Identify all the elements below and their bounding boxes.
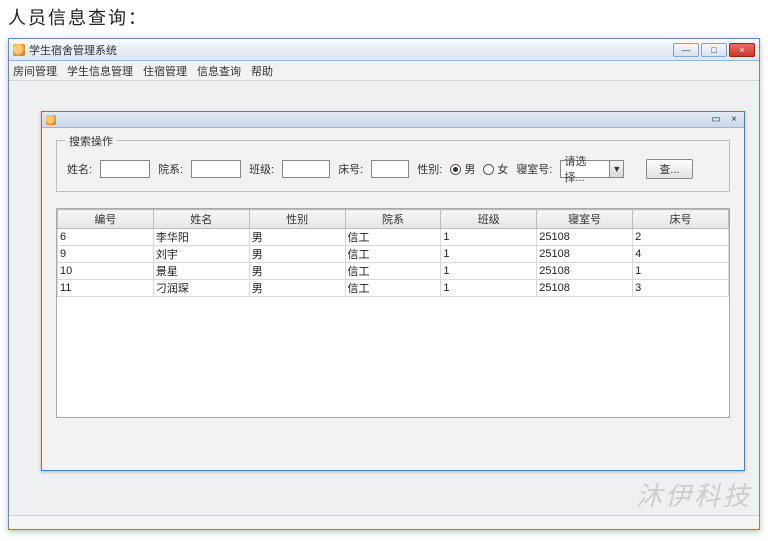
- window-title: 学生宿舍管理系统: [29, 42, 669, 58]
- client-area: ▭ × 搜索操作 姓名: 院系: 班级: 床号: 性别:: [9, 81, 759, 515]
- search-filters: 姓名: 院系: 班级: 床号: 性别: 男: [67, 159, 719, 179]
- minimize-button[interactable]: —: [673, 43, 699, 57]
- results-table-container: 编号 姓名 性别 院系 班级 寝室号 床号 6李华阳男信工12510829刘宇男…: [56, 208, 730, 418]
- cell-class: 1: [441, 229, 537, 246]
- menu-dorm[interactable]: 住宿管理: [143, 63, 187, 79]
- cell-gender: 男: [249, 229, 345, 246]
- gender-male-option[interactable]: 男: [450, 161, 475, 177]
- col-bed[interactable]: 床号: [633, 210, 729, 229]
- cell-id: 10: [58, 263, 154, 280]
- cell-dorm: 25108: [537, 263, 633, 280]
- name-label: 姓名:: [67, 161, 92, 177]
- cell-gender: 男: [249, 263, 345, 280]
- col-dept[interactable]: 院系: [345, 210, 441, 229]
- table-row[interactable]: 9刘宇男信工1251084: [58, 246, 729, 263]
- window-buttons: — □ ×: [673, 43, 755, 57]
- cell-bed: 1: [633, 263, 729, 280]
- cell-name: 刁润琛: [153, 280, 249, 297]
- cell-name: 李华阳: [153, 229, 249, 246]
- cell-id: 9: [58, 246, 154, 263]
- bed-input[interactable]: [371, 160, 409, 178]
- app-window: 学生宿舍管理系统 — □ × 房间管理 学生信息管理 住宿管理 信息查询 帮助 …: [8, 38, 760, 530]
- dorm-combo-text: 请选择...: [561, 153, 609, 185]
- cell-dept: 信工: [345, 280, 441, 297]
- iconify-button[interactable]: ▭: [710, 114, 722, 125]
- java-cup-icon: [13, 44, 25, 56]
- menu-query[interactable]: 信息查询: [197, 63, 241, 79]
- col-id[interactable]: 编号: [58, 210, 154, 229]
- gender-male-label: 男: [464, 161, 475, 177]
- class-input[interactable]: [282, 160, 330, 178]
- cell-class: 1: [441, 280, 537, 297]
- cell-class: 1: [441, 246, 537, 263]
- col-class[interactable]: 班级: [441, 210, 537, 229]
- results-table: 编号 姓名 性别 院系 班级 寝室号 床号 6李华阳男信工12510829刘宇男…: [57, 209, 729, 297]
- dorm-label: 寝室号:: [516, 161, 552, 177]
- cell-name: 刘宇: [153, 246, 249, 263]
- name-input[interactable]: [100, 160, 150, 178]
- menu-help[interactable]: 帮助: [251, 63, 273, 79]
- cell-class: 1: [441, 263, 537, 280]
- internal-frame-titlebar: ▭ ×: [42, 112, 744, 128]
- class-label: 班级:: [249, 161, 274, 177]
- search-groupbox: 搜索操作 姓名: 院系: 班级: 床号: 性别: 男: [56, 140, 730, 192]
- page-heading: 人员信息查询：: [0, 0, 768, 36]
- radio-icon: [483, 164, 494, 175]
- cell-dept: 信工: [345, 229, 441, 246]
- internal-close-button[interactable]: ×: [728, 114, 740, 125]
- dept-input[interactable]: [191, 160, 241, 178]
- gender-label: 性别:: [417, 161, 442, 177]
- radio-icon: [450, 164, 461, 175]
- maximize-button[interactable]: □: [701, 43, 727, 57]
- menu-room[interactable]: 房间管理: [13, 63, 57, 79]
- cell-bed: 2: [633, 229, 729, 246]
- cell-gender: 男: [249, 280, 345, 297]
- table-row[interactable]: 10景星男信工1251081: [58, 263, 729, 280]
- titlebar: 学生宿舍管理系统 — □ ×: [9, 39, 759, 61]
- col-name[interactable]: 姓名: [153, 210, 249, 229]
- internal-frame-body: 搜索操作 姓名: 院系: 班级: 床号: 性别: 男: [42, 128, 744, 470]
- cell-id: 6: [58, 229, 154, 246]
- cell-dorm: 25108: [537, 280, 633, 297]
- cell-bed: 3: [633, 280, 729, 297]
- internal-frame-icon: [46, 115, 56, 125]
- cell-bed: 4: [633, 246, 729, 263]
- cell-dept: 信工: [345, 263, 441, 280]
- chevron-down-icon: ▼: [609, 161, 623, 177]
- search-button[interactable]: 查...: [646, 159, 692, 179]
- cell-id: 11: [58, 280, 154, 297]
- dept-label: 院系:: [158, 161, 183, 177]
- bed-label: 床号:: [338, 161, 363, 177]
- menubar: 房间管理 学生信息管理 住宿管理 信息查询 帮助: [9, 61, 759, 81]
- gender-female-label: 女: [497, 161, 508, 177]
- gender-female-option[interactable]: 女: [483, 161, 508, 177]
- cell-dorm: 25108: [537, 229, 633, 246]
- col-gender[interactable]: 性别: [249, 210, 345, 229]
- groupbox-legend: 搜索操作: [65, 133, 117, 149]
- table-row[interactable]: 6李华阳男信工1251082: [58, 229, 729, 246]
- close-button[interactable]: ×: [729, 43, 755, 57]
- cell-name: 景星: [153, 263, 249, 280]
- table-row[interactable]: 11刁润琛男信工1251083: [58, 280, 729, 297]
- cell-gender: 男: [249, 246, 345, 263]
- dorm-combobox[interactable]: 请选择... ▼: [560, 160, 624, 178]
- col-dorm[interactable]: 寝室号: [537, 210, 633, 229]
- cell-dept: 信工: [345, 246, 441, 263]
- internal-frame: ▭ × 搜索操作 姓名: 院系: 班级: 床号: 性别:: [41, 111, 745, 471]
- cell-dorm: 25108: [537, 246, 633, 263]
- statusbar: [9, 515, 759, 529]
- menu-student[interactable]: 学生信息管理: [67, 63, 133, 79]
